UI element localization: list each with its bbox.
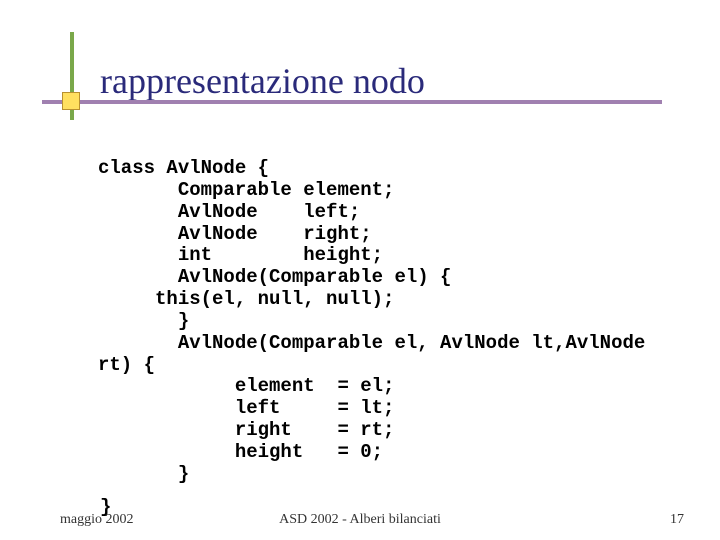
title-bullet-decoration (50, 62, 92, 104)
footer-page-number: 17 (670, 512, 684, 528)
code-listing: class AvlNode { Comparable element; AvlN… (98, 158, 645, 486)
footer-course: ASD 2002 - Alberi bilanciati (279, 512, 441, 528)
slide-title: rappresentazione nodo (100, 60, 425, 102)
bullet-square-icon (62, 92, 80, 110)
bullet-horizontal-line (42, 100, 662, 104)
footer-date: maggio 2002 (60, 512, 134, 528)
slide-title-area: rappresentazione nodo (50, 60, 425, 104)
